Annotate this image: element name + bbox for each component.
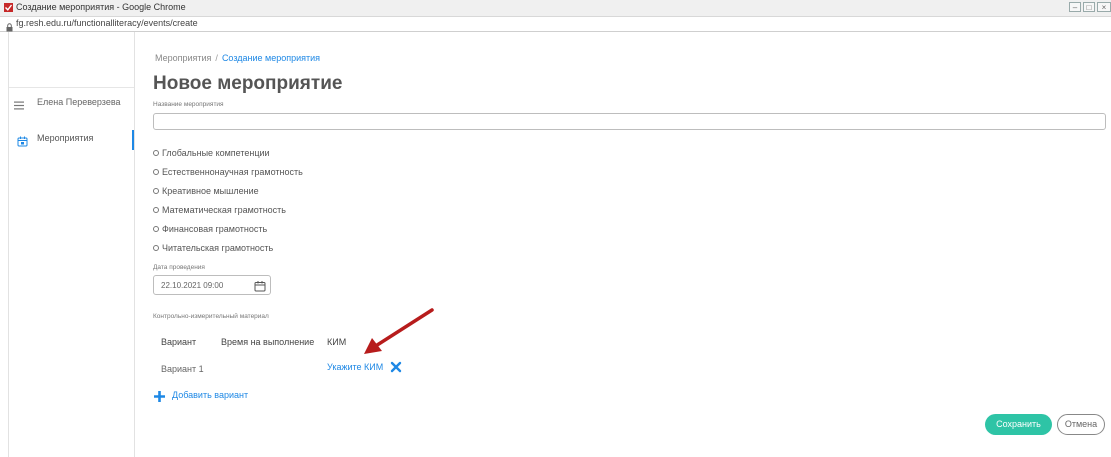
breadcrumb-parent-link[interactable]: Мероприятия <box>155 53 211 63</box>
radio-label: Читательская грамотность <box>162 242 274 253</box>
radio-circle-icon[interactable] <box>153 244 159 251</box>
browser-title-bar: Создание мероприятия - Google Chrome – □… <box>0 0 1111 17</box>
table-header-kim: КИМ <box>327 337 347 347</box>
radio-option[interactable]: Естественнонаучная грамотность <box>153 162 303 181</box>
hamburger-menu-icon[interactable] <box>14 97 24 115</box>
sidebar: Елена Переверзева Мероприятия <box>8 32 135 457</box>
material-label: Контрольно-измерительный материал <box>153 313 269 320</box>
remove-variant-icon[interactable] <box>390 360 402 378</box>
save-button[interactable]: Сохранить <box>985 414 1052 435</box>
site-favicon-icon <box>4 3 13 12</box>
table-header-variant: Вариант <box>161 337 197 347</box>
calendar-icon <box>17 134 28 152</box>
event-name-input[interactable] <box>153 113 1106 130</box>
plus-icon <box>153 390 166 408</box>
page-title: Новое мероприятие <box>153 73 343 94</box>
radio-circle-icon[interactable] <box>153 149 159 156</box>
radio-label: Креативное мышление <box>162 185 259 196</box>
maximize-icon[interactable]: □ <box>1083 2 1095 12</box>
radio-circle-icon[interactable] <box>153 206 159 213</box>
user-name: Елена Переверзева <box>37 97 121 107</box>
annotation-arrow-icon <box>364 308 434 354</box>
radio-option[interactable]: Читательская грамотность <box>153 238 303 257</box>
radio-circle-icon[interactable] <box>153 225 159 232</box>
event-name-label: Название мероприятия <box>153 101 224 108</box>
add-variant-label: Добавить вариант <box>172 390 249 400</box>
table-row-variant: Вариант 1 <box>161 364 204 374</box>
sidebar-item-label: Мероприятия <box>37 133 94 143</box>
date-input[interactable]: 22.10.2021 09:00 <box>153 275 271 295</box>
close-window-icon[interactable]: × <box>1097 2 1111 12</box>
address-bar[interactable]: fg.resh.edu.ru/functionalliteracy/events… <box>0 17 1111 32</box>
date-label: Дата проведения <box>153 264 205 271</box>
window-title: Создание мероприятия - Google Chrome <box>16 2 186 12</box>
radio-option[interactable]: Креативное мышление <box>153 181 303 200</box>
sidebar-header <box>9 32 134 88</box>
radio-label: Глобальные компетенции <box>162 147 270 158</box>
calendar-picker-icon[interactable] <box>254 279 266 297</box>
competency-radio-group: Глобальные компетенции Естественнонаучна… <box>153 143 303 257</box>
url-text[interactable]: fg.resh.edu.ru/functionalliteracy/events… <box>16 18 198 28</box>
breadcrumb: Мероприятия / Создание мероприятия <box>155 53 320 63</box>
select-kim-link[interactable]: Укажите КИМ <box>327 362 383 372</box>
cancel-button[interactable]: Отмена <box>1057 414 1105 435</box>
breadcrumb-current[interactable]: Создание мероприятия <box>222 53 320 63</box>
sidebar-item-events[interactable]: Мероприятия <box>9 130 134 150</box>
radio-label: Естественнонаучная грамотность <box>162 166 303 177</box>
user-menu[interactable]: Елена Переверзева <box>9 94 134 112</box>
date-value: 22.10.2021 09:00 <box>161 281 224 290</box>
radio-option[interactable]: Математическая грамотность <box>153 200 303 219</box>
radio-circle-icon[interactable] <box>153 168 159 175</box>
radio-circle-icon[interactable] <box>153 187 159 194</box>
table-header-time: Время на выполнение <box>221 337 315 347</box>
radio-option[interactable]: Глобальные компетенции <box>153 143 303 162</box>
radio-label: Финансовая грамотность <box>162 223 268 234</box>
breadcrumb-separator: / <box>215 53 218 63</box>
radio-option[interactable]: Финансовая грамотность <box>153 219 303 238</box>
radio-label: Математическая грамотность <box>162 204 286 215</box>
minimize-icon[interactable]: – <box>1069 2 1081 12</box>
